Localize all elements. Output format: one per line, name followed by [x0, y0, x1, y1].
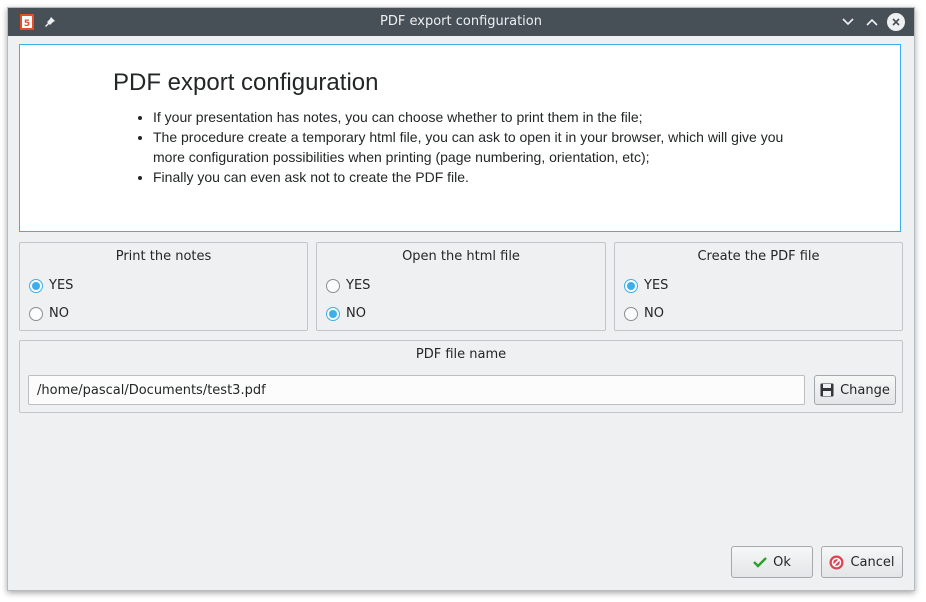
- minimize-button[interactable]: [838, 12, 858, 32]
- dialog-window: 5 PDF export configuration PDF export co…: [7, 7, 915, 591]
- radio-checked[interactable]: [326, 306, 340, 321]
- info-bullet-pdf: Finally you can even ask not to create t…: [153, 167, 813, 187]
- group-title: Open the html file: [402, 249, 520, 264]
- title-bar[interactable]: 5 PDF export configuration: [8, 8, 914, 36]
- ok-button[interactable]: Ok: [731, 546, 813, 578]
- radio-unchecked[interactable]: [326, 278, 340, 293]
- maximize-button[interactable]: [862, 12, 882, 32]
- print-notes-no-option[interactable]: NO: [29, 306, 69, 321]
- print-notes-yes-option[interactable]: YES: [29, 278, 73, 293]
- window-title: PDF export configuration: [380, 14, 542, 29]
- radio-unchecked[interactable]: [29, 306, 43, 321]
- check-icon: [753, 557, 767, 568]
- close-icon: [887, 13, 905, 31]
- group-title: PDF file name: [415, 347, 507, 362]
- chevron-up-icon: [866, 18, 878, 26]
- save-icon: [820, 383, 834, 397]
- info-bullet-html: The procedure create a temporary html fi…: [153, 127, 813, 167]
- radio-checked[interactable]: [624, 278, 638, 293]
- group-title: Print the notes: [115, 249, 212, 264]
- radio-unchecked[interactable]: [624, 306, 638, 321]
- option-label: NO: [49, 306, 69, 321]
- info-heading: PDF export configuration: [113, 69, 379, 96]
- pdf-file-name-group: PDF file name Change: [19, 340, 903, 413]
- create-pdf-yes-option[interactable]: YES: [624, 278, 668, 293]
- option-label: YES: [346, 278, 371, 293]
- radio-checked[interactable]: [29, 278, 43, 293]
- change-button[interactable]: Change: [814, 375, 896, 405]
- info-panel: PDF export configuration If your present…: [19, 44, 901, 232]
- option-label: YES: [644, 278, 669, 293]
- cancel-icon: [829, 555, 844, 569]
- cancel-label: Cancel: [850, 554, 895, 570]
- option-label: NO: [644, 306, 664, 321]
- change-label: Change: [840, 382, 890, 398]
- option-label: YES: [49, 278, 74, 293]
- open-html-group: Open the html file YES NO: [316, 242, 606, 331]
- pdf-path-input[interactable]: [28, 375, 805, 405]
- cancel-button[interactable]: Cancel: [821, 546, 903, 578]
- create-pdf-no-option[interactable]: NO: [624, 306, 664, 321]
- info-bullets: If your presentation has notes, you can …: [113, 107, 813, 187]
- open-html-yes-option[interactable]: YES: [326, 278, 370, 293]
- chevron-down-icon: [842, 18, 854, 26]
- ok-label: Ok: [773, 554, 791, 570]
- option-label: NO: [346, 306, 366, 321]
- print-notes-group: Print the notes YES NO: [19, 242, 308, 331]
- create-pdf-group: Create the PDF file YES NO: [614, 242, 903, 331]
- group-title: Create the PDF file: [697, 249, 820, 264]
- info-bullet-notes: If your presentation has notes, you can …: [153, 107, 813, 127]
- close-button[interactable]: [886, 12, 906, 32]
- open-html-no-option[interactable]: NO: [326, 306, 366, 321]
